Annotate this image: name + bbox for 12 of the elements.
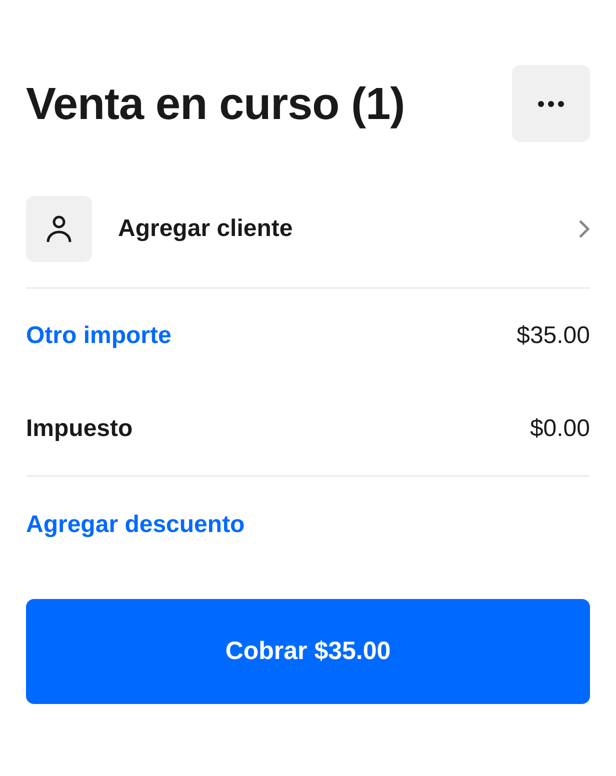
person-icon <box>26 196 92 262</box>
more-icon <box>538 100 564 106</box>
page-title: Venta en curso (1) <box>26 78 405 130</box>
line-amount: $0.00 <box>530 414 590 442</box>
add-customer-link[interactable]: Agregar cliente <box>118 215 552 243</box>
chevron-right-icon <box>578 219 590 239</box>
add-discount-link[interactable]: Agregar descuento <box>26 511 245 539</box>
line-label: Impuesto <box>26 414 133 442</box>
charge-button[interactable]: Cobrar $35.00 <box>26 599 590 704</box>
line-amount: $35.00 <box>516 322 590 350</box>
amount-link[interactable]: Otro importe <box>26 322 172 350</box>
more-button[interactable] <box>512 65 590 142</box>
